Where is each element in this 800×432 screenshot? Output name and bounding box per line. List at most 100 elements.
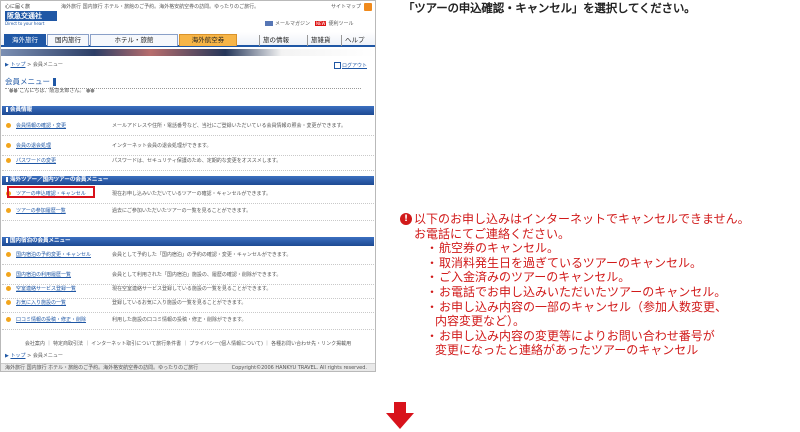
note-item: ・航空券のキャンセル。 xyxy=(426,241,796,256)
note-item-text: 取消料発生日を過ぎているツアーのキャンセル。 xyxy=(439,255,703,270)
row-description: 利用した施設の口コミ情報の投稿・修正・削除ができます。 xyxy=(112,317,247,323)
member-withdraw-link[interactable]: 会員の退会処理 xyxy=(16,143,51,149)
list-item: 会員情報の確認・変更 メールアドレスや住所・電話番号など、当社にご登録いただいて… xyxy=(2,116,374,136)
arrow-down-icon xyxy=(386,402,414,429)
site-logo[interactable]: 心に届く旅 阪急交通社 Direct to your heart xyxy=(5,3,57,26)
row-description: パスワードは、セキュリティ保護のため、定期的な変更をオススメします。 xyxy=(112,158,282,164)
highlight-box xyxy=(7,186,95,198)
row-description: 会員として利用された「国内宿泊」施設の、履歴の確認・削除ができます。 xyxy=(112,272,282,278)
review-post-link[interactable]: 口コミ情報の投稿・修正・削除 xyxy=(16,317,86,323)
member-info-edit-link[interactable]: 会員情報の確認・変更 xyxy=(16,123,66,129)
download-tools-link[interactable]: 便利ツール xyxy=(315,21,353,27)
vacancy-alert-list-link[interactable]: 空室連絡サービス登録一覧 xyxy=(16,286,76,292)
breadcrumb-top[interactable]: トップ xyxy=(10,62,25,68)
note-bullet: ・ xyxy=(426,270,439,285)
list-item: パスワードの変更 パスワードは、セキュリティ保護のため、定期的な変更をオススメし… xyxy=(2,151,374,171)
bullet-icon xyxy=(6,317,11,322)
sitemap-link[interactable]: サイトマップ xyxy=(331,4,361,10)
cancellation-note: ! 以下のお申し込みはインターネットでキャンセルできません。 お電話にてご連絡く… xyxy=(400,212,796,358)
copyright-bar: 海外旅行 国内旅行 ホテル・旅館のご予約。海外格安航空券の訪問。ゆったりのご旅行… xyxy=(1,363,375,371)
header-note: 海外旅行 国内旅行 ホテル・旅館のご予約。海外格安航空券の訪問。ゆったりのご旅行… xyxy=(61,4,260,10)
note-bullet: ・ xyxy=(426,255,439,270)
breadcrumb: ▶ トップ > 会員メニュー xyxy=(5,62,63,68)
logout-link[interactable]: ログアウト xyxy=(334,62,367,69)
note-item-text: 航空券のキャンセル。 xyxy=(439,241,560,256)
note-item-text: お電話でお申し込みいただいたツアーのキャンセル。 xyxy=(439,284,727,299)
breadcrumb-arrow-icon: ▶ xyxy=(5,353,9,359)
page: 心に届く旅 阪急交通社 Direct to your heart 海外旅行 国内… xyxy=(0,0,800,432)
site-header: 心に届く旅 阪急交通社 Direct to your heart 海外旅行 国内… xyxy=(1,1,375,31)
breadcrumb-bottom-separator: > xyxy=(27,353,32,359)
note-bullet: ・ xyxy=(426,328,439,343)
note-bullet: ・ xyxy=(426,284,439,299)
bullet-icon xyxy=(6,252,11,257)
bullet-icon xyxy=(6,158,11,163)
greeting-dots: ●● xyxy=(9,88,18,94)
note-item-continuation: 変更になったと連絡があったツアーのキャンセル xyxy=(435,343,699,358)
note-item: ・お申し込み内容の一部のキャンセル（参加人数変更、 内容変更など）。 xyxy=(426,300,796,329)
greeting: ●● こんにちは、阪急太郎さん。 ●● xyxy=(9,88,95,94)
row-description: インターネット会員の退会処理ができます。 xyxy=(112,143,212,149)
section-member-info: 会員情報 xyxy=(2,106,374,115)
instruction-text: 「ツアーの申込確認・キャンセル」を選択してください。 xyxy=(403,1,696,15)
row-description: メールアドレスや住所・電話番号など、当社にご登録いただいている会員情報の照会・変… xyxy=(112,123,347,129)
header-banner xyxy=(1,49,375,56)
bullet-icon xyxy=(6,208,11,213)
note-item-continuation: 内容変更など）。 xyxy=(435,314,526,329)
nav-travel-info[interactable]: 旅の情報 xyxy=(259,35,292,46)
note-item-text: お申し込み内容の一部のキャンセル（参加人数変更、 xyxy=(439,299,728,314)
note-line-1: 以下のお申し込みはインターネットでキャンセルできません。 xyxy=(414,212,750,226)
greeting-dots-end: ●● xyxy=(85,88,95,94)
note-item: ・お電話でお申し込みいただいたツアーのキャンセル。 xyxy=(426,285,796,300)
rss-icon[interactable] xyxy=(364,3,372,11)
breadcrumb-separator: > xyxy=(27,62,32,68)
note-item: ・ご入金済みのツアーのキャンセル。 xyxy=(426,270,796,285)
logo-name: 阪急交通社 xyxy=(5,11,57,21)
list-item: 国内宿泊の予約変更・キャンセル 会員として予約した「国内宿泊」の予約の確認・変更… xyxy=(2,245,374,265)
note-bullet: ・ xyxy=(426,241,439,256)
bullet-icon xyxy=(6,143,11,148)
favorite-stays-link[interactable]: お気に入り施設の一覧 xyxy=(16,300,66,306)
copyright-left: 海外旅行 国内旅行 ホテル・旅館のご予約。海外格安航空券の訪問。ゆったりのご旅行 xyxy=(5,365,199,371)
note-item-text: ご入金済みのツアーのキャンセル。 xyxy=(439,270,631,285)
note-item: ・お申し込み内容の変更等によりお問い合わせ番号が 変更になったと連絡があったツア… xyxy=(426,329,796,358)
breadcrumb-bottom: ▶ トップ > 会員メニュー xyxy=(5,353,63,359)
main-nav: 海外旅行 国内旅行 ホテル・旅館 海外航空券 旅の情報 旅雑貨 ヘルプ xyxy=(1,32,375,47)
nav-travel-goods[interactable]: 旅雑貨 xyxy=(307,35,334,46)
note-item: ・取消料発生日を過ぎているツアーのキャンセル。 xyxy=(426,256,796,271)
row-description: 現在お申し込みいただいているツアーの確認・キャンセルができます。 xyxy=(112,191,271,197)
tab-hotel[interactable]: ホテル・旅館 xyxy=(90,34,178,46)
bullet-icon xyxy=(6,300,11,305)
list-item: 口コミ情報の投稿・修正・削除 利用した施設の口コミ情報の投稿・修正・削除ができま… xyxy=(2,310,374,330)
logo-subtitle: Direct to your heart xyxy=(5,21,45,26)
tab-air-tickets[interactable]: 海外航空券 xyxy=(179,34,237,46)
breadcrumb-bottom-current: 会員メニュー xyxy=(32,353,63,359)
password-change-link[interactable]: パスワードの変更 xyxy=(16,158,56,164)
mail-magazine-link[interactable]: メールマガジン xyxy=(265,21,310,27)
logo-tagline: 心に届く旅 xyxy=(5,4,31,10)
list-item: ツアーの参加履歴一覧 過去にご参加いただいたツアーの一覧を見ることができます。 xyxy=(2,201,374,221)
greeting-text: こんにちは、阪急太郎さん。 xyxy=(19,88,85,94)
row-description: 登録しているお気に入り施設の一覧を見ることができます。 xyxy=(112,300,247,306)
tour-history-link[interactable]: ツアーの参加履歴一覧 xyxy=(16,208,66,214)
nav-help[interactable]: ヘルプ xyxy=(341,35,368,46)
exclamation-circle-icon: ! xyxy=(400,213,412,225)
row-description: 会員として予約した「国内宿泊」の予約の確認・変更・キャンセルができます。 xyxy=(112,252,292,258)
note-bullet: ・ xyxy=(426,299,439,314)
breadcrumb-bottom-top[interactable]: トップ xyxy=(10,353,25,359)
copyright-right: Copyright©2006 HANKYU TRAVEL. All rights… xyxy=(231,365,367,371)
tab-domestic-travel[interactable]: 国内旅行 xyxy=(47,34,89,46)
footer-links[interactable]: 会社案内 ｜ 特定商取引法 ｜ インターネット取引について旅行条件書 ｜ プライ… xyxy=(1,341,375,347)
note-item-text: お申し込み内容の変更等によりお問い合わせ番号が xyxy=(439,328,715,343)
tab-overseas-travel[interactable]: 海外旅行 xyxy=(4,34,46,46)
row-description: 過去にご参加いただいたツアーの一覧を見ることができます。 xyxy=(112,208,252,214)
stay-history-link[interactable]: 国内宿泊の利用履歴一覧 xyxy=(16,272,71,278)
bullet-icon xyxy=(6,286,11,291)
bullet-icon xyxy=(6,123,11,128)
row-description: 現在空室連絡サービス登録している施設の一覧を見ることができます。 xyxy=(112,286,272,292)
member-menu-screenshot: 心に届く旅 阪急交通社 Direct to your heart 海外旅行 国内… xyxy=(0,0,376,372)
note-line-2: お電話にてご連絡ください。 xyxy=(414,226,571,241)
breadcrumb-arrow-icon: ▶ xyxy=(5,62,9,68)
note-list: ・航空券のキャンセル。 ・取消料発生日を過ぎているツアーのキャンセル。 ・ご入金… xyxy=(414,241,796,358)
stay-booking-change-link[interactable]: 国内宿泊の予約変更・キャンセル xyxy=(16,252,91,258)
